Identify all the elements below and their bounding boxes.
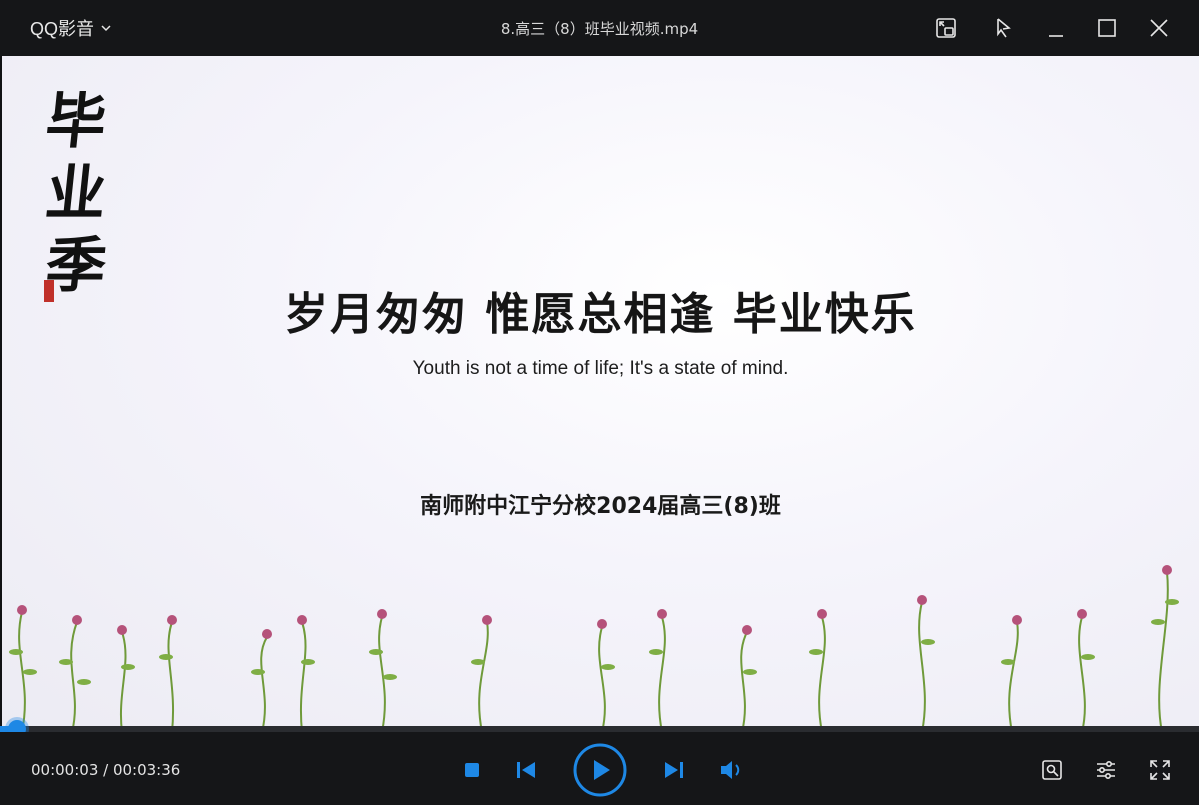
volume-icon — [721, 761, 740, 779]
play-button[interactable] — [572, 742, 628, 798]
minimize-button[interactable] — [1042, 14, 1070, 42]
brush-char-2: 业 — [42, 159, 108, 229]
time-display: 00:00:03 / 00:03:36 — [31, 761, 181, 779]
minimize-icon — [1049, 35, 1063, 37]
maximize-icon — [1098, 19, 1116, 37]
toolbox-icon — [1042, 760, 1062, 780]
previous-button[interactable] — [513, 757, 539, 783]
close-icon — [1150, 19, 1168, 37]
close-button[interactable] — [1145, 14, 1173, 42]
brush-char-1: 毕 — [42, 87, 108, 157]
video-frame[interactable]: 毕 业 季 岁月匆匆 惟愿总相逢 毕业快乐 Youth is not a tim… — [2, 56, 1199, 732]
flower-decoration — [9, 565, 1179, 732]
video-school-caption: 南师附中江宁分校2024届高三(8)班 — [420, 494, 781, 519]
settings-button[interactable] — [1092, 756, 1120, 784]
control-bar: 00:00:03 / 00:03:36 — [0, 732, 1199, 805]
window-title: 8.高三（8）班毕业视频.mp4 — [500, 20, 699, 38]
pin-button[interactable] — [988, 14, 1016, 42]
volume-button[interactable] — [717, 757, 745, 783]
title-bar: QQ影音 8.高三（8）班毕业视频.mp4 — [0, 0, 1199, 56]
maximize-button[interactable] — [1093, 14, 1121, 42]
settings-icon — [1097, 760, 1115, 780]
picture-in-picture-button[interactable] — [932, 14, 960, 42]
play-icon — [573, 743, 627, 797]
fullscreen-button[interactable] — [1146, 756, 1174, 784]
pin-icon — [997, 18, 1011, 38]
stop-button[interactable] — [460, 758, 484, 782]
video-subline: Youth is not a time of life; It's a stat… — [412, 358, 789, 379]
video-headline: 岁月匆匆 惟愿总相逢 毕业快乐 — [284, 289, 917, 340]
next-button[interactable] — [661, 757, 687, 783]
stop-icon — [465, 763, 479, 777]
previous-icon — [517, 762, 535, 778]
picture-in-picture-icon — [936, 18, 956, 38]
fullscreen-icon — [1150, 760, 1170, 780]
toolbox-button[interactable] — [1038, 756, 1066, 784]
next-icon — [665, 762, 683, 778]
